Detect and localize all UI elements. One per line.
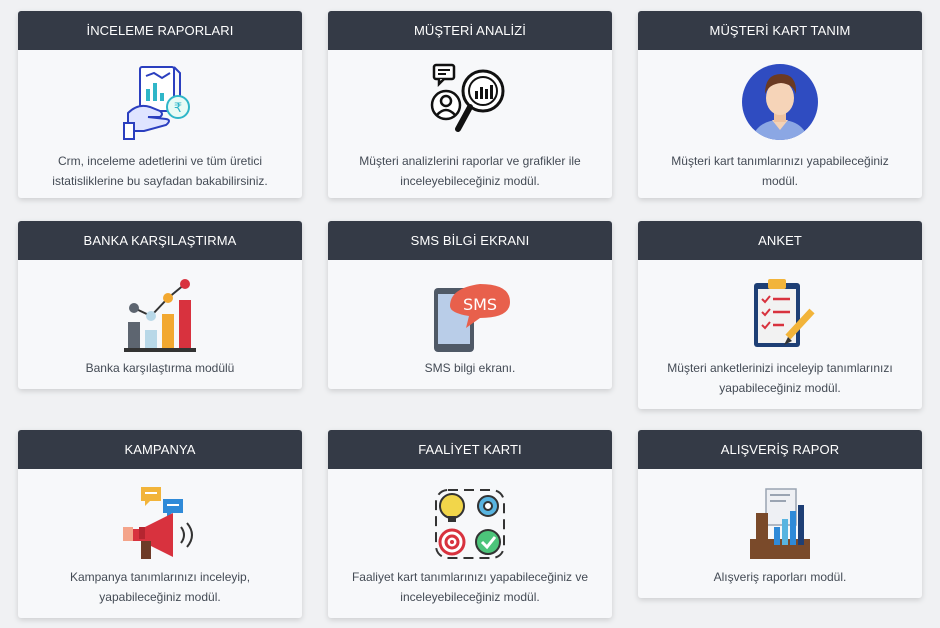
card-title: İNCELEME RAPORLARI: [18, 11, 302, 50]
card-musteri-kart-tanim[interactable]: MÜŞTERİ KART TANIM Müşteri kart tanımlar…: [638, 11, 922, 198]
card-title: MÜŞTERİ KART TANIM: [638, 11, 922, 50]
card-title: ALIŞVERİŞ RAPOR: [638, 430, 922, 469]
hand-report-icon: ₹: [123, 66, 190, 140]
card-banka-karsilastirma[interactable]: BANKA KARŞILAŞTIRMA Banka karşılaştırma …: [18, 221, 302, 389]
card-sms-bilgi-ekrani[interactable]: SMS BİLGİ EKRANI SMS SMS bilgi ekranı.: [328, 221, 612, 389]
card-title: MÜŞTERİ ANALİZİ: [328, 11, 612, 50]
card-description: Alışveriş raporları modül.: [713, 570, 847, 584]
card-description: Kampanya tanımlarınızı inceleyip, yapabi…: [69, 570, 251, 604]
card-title: FAALİYET KARTI: [328, 430, 612, 469]
card-faaliyet-karti[interactable]: FAALİYET KARTI Faaliyet kart tanımlarını…: [328, 430, 612, 618]
card-description: SMS bilgi ekranı.: [424, 361, 516, 375]
card-description: Müşteri analizlerini raporlar ve grafikl…: [359, 154, 581, 188]
card-inceleme-raporlari[interactable]: İNCELEME RAPORLARI ₹ Crm, inceleme adetl…: [18, 11, 302, 198]
card-anket[interactable]: ANKET Müşteri anketlerinizi inceleyip ta…: [638, 221, 922, 409]
card-description: Faaliyet kart tanımlarınızı yapabileceği…: [351, 570, 589, 604]
card-description: Müşteri kart tanımlarınızı yapabileceğin…: [671, 154, 889, 188]
shopping-report-icon: [750, 488, 810, 559]
sms-phone-icon: SMS: [434, 284, 510, 352]
card-title: ANKET: [638, 221, 922, 260]
card-title: SMS BİLGİ EKRANI: [328, 221, 612, 260]
card-alisveris-rapor[interactable]: ALIŞVERİŞ RAPOR Alışveriş raporları modü…: [638, 430, 922, 598]
megaphone-icon: [123, 487, 193, 559]
card-title: KAMPANYA: [18, 430, 302, 469]
card-description: Banka karşılaştırma modülü: [85, 361, 235, 375]
card-musteri-analizi[interactable]: MÜŞTERİ ANALİZİ Müşteri analizlerini rap…: [328, 11, 612, 198]
card-description: Müşteri anketlerinizi inceleyip tanımlar…: [667, 361, 893, 395]
activity-cycle-icon: [435, 489, 505, 559]
svg-text:₹: ₹: [174, 101, 182, 116]
sms-label: SMS: [463, 295, 497, 314]
survey-clipboard-icon: [754, 279, 815, 347]
customer-avatar-icon: [742, 64, 818, 140]
card-title: BANKA KARŞILAŞTIRMA: [18, 221, 302, 260]
card-kampanya[interactable]: KAMPANYA Kampanya tanımlarınızı inceleyi…: [18, 430, 302, 618]
customer-analysis-icon: [430, 63, 505, 132]
card-description: Crm, inceleme adetlerini ve tüm üretici …: [52, 154, 268, 188]
bar-chart-icon: [124, 279, 196, 352]
